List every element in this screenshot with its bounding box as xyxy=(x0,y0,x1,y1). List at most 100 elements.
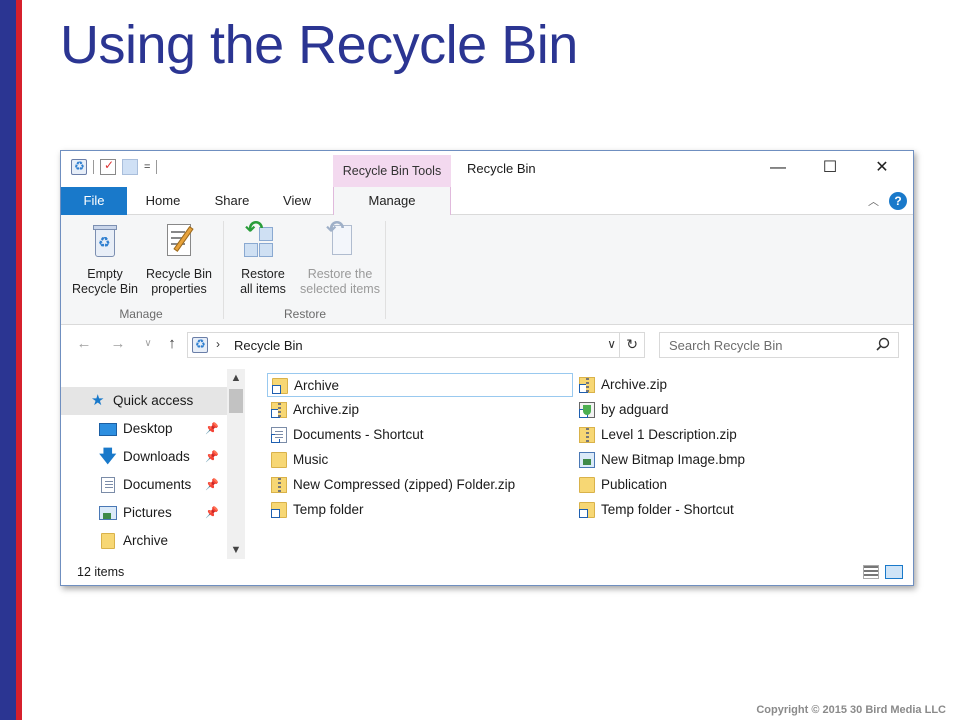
nav-item-downloads[interactable]: 🡇 Downloads 📌 xyxy=(61,443,227,471)
pin-icon[interactable]: 📌 xyxy=(205,499,219,527)
minimize-button[interactable]: — xyxy=(755,151,801,185)
documents-icon xyxy=(101,477,115,493)
search-icon[interactable] xyxy=(876,337,890,351)
file-name: Archive.zip xyxy=(601,377,668,392)
folder-shortcut-icon xyxy=(271,502,287,518)
recycle-bin-icon xyxy=(192,337,208,353)
large-icons-view-icon[interactable] xyxy=(885,565,903,579)
file-item[interactable]: Temp folder - Shortcut xyxy=(575,498,875,522)
pin-icon[interactable]: 📌 xyxy=(205,471,219,499)
file-item[interactable]: Archive.zip xyxy=(267,398,567,422)
nav-item-desktop[interactable]: Desktop 📌 xyxy=(61,415,227,443)
file-item[interactable]: Music xyxy=(267,448,567,472)
maximize-button[interactable]: ☐ xyxy=(807,151,853,185)
zip-shortcut-icon xyxy=(271,402,287,418)
chevron-up-icon[interactable]: ︿ xyxy=(868,193,879,209)
search-box[interactable] xyxy=(659,332,899,358)
navigation-pane: ★ Quick access Desktop 📌 🡇 Downloads 📌 D… xyxy=(61,369,247,559)
pin-icon[interactable]: 📌 xyxy=(205,443,219,471)
scroll-thumb[interactable] xyxy=(229,389,243,413)
nav-scrollbar[interactable]: ▲ ▼ xyxy=(227,369,245,559)
pictures-icon xyxy=(99,506,117,520)
group-label: Restore xyxy=(283,307,327,321)
nav-item-archive[interactable]: Archive xyxy=(61,527,227,555)
forward-arrow-icon[interactable]: → xyxy=(107,335,129,352)
nav-item-label: Quick access xyxy=(113,393,194,408)
file-name: New Compressed (zipped) Folder.zip xyxy=(293,477,516,492)
scroll-down-icon[interactable]: ▼ xyxy=(227,541,245,559)
close-button[interactable]: ✕ xyxy=(859,151,905,185)
document-shortcut-icon xyxy=(271,427,287,443)
item-count: 12 items xyxy=(77,565,125,579)
tab-share[interactable]: Share xyxy=(199,187,265,215)
folder-icon xyxy=(101,533,115,549)
nav-item-quick-access[interactable]: ★ Quick access xyxy=(61,387,227,415)
ribbon: ♻ Empty Recycle Bin Recycle Bin properti… xyxy=(61,215,913,325)
recycle-bin-icon: ♻ xyxy=(85,221,125,261)
search-input[interactable] xyxy=(660,333,870,357)
restore-selected-icon: ↶ xyxy=(320,218,360,261)
ribbon-group-manage: ♻ Empty Recycle Bin Recycle Bin properti… xyxy=(61,215,221,325)
recycle-bin-properties-button[interactable]: Recycle Bin properties xyxy=(141,221,217,297)
nav-item-label: Downloads xyxy=(123,449,190,464)
refresh-icon[interactable]: ↻ xyxy=(626,336,638,353)
tab-manage[interactable]: Manage xyxy=(333,187,451,216)
nav-item-pictures[interactable]: Pictures 📌 xyxy=(61,499,227,527)
file-list: Archive Archive.zip Documents - Shortcut… xyxy=(267,373,907,553)
new-folder-icon[interactable] xyxy=(122,159,138,175)
restore-all-icon: ↶ xyxy=(243,218,283,261)
recent-locations-chevron-icon[interactable]: ∨ xyxy=(137,338,159,349)
nav-item-documents[interactable]: Documents 📌 xyxy=(61,471,227,499)
contextual-tab-header: Recycle Bin Tools xyxy=(333,155,451,187)
restore-all-items-button[interactable]: ↶ Restore all items xyxy=(225,218,301,297)
tab-view[interactable]: View xyxy=(267,187,327,215)
address-path[interactable]: Recycle Bin xyxy=(234,338,303,353)
status-bar: 12 items xyxy=(61,561,913,585)
zip-folder-icon xyxy=(579,427,595,443)
ribbon-help-area: ︿ ? xyxy=(868,192,907,210)
file-item[interactable]: Documents - Shortcut xyxy=(267,423,567,447)
scroll-up-icon[interactable]: ▲ xyxy=(227,369,245,387)
up-arrow-icon[interactable]: ↑ xyxy=(161,335,183,352)
file-item[interactable]: Publication xyxy=(575,473,875,497)
folder-icon xyxy=(271,452,287,468)
folder-icon xyxy=(579,477,595,493)
file-name: Publication xyxy=(601,477,668,492)
file-item[interactable]: Archive.zip xyxy=(575,373,875,397)
file-name: Temp folder xyxy=(293,502,364,517)
chevron-right-icon[interactable]: › xyxy=(216,337,220,351)
properties-icon[interactable] xyxy=(100,158,116,175)
help-icon[interactable]: ? xyxy=(889,192,907,210)
group-divider xyxy=(223,221,224,319)
desktop-icon xyxy=(99,423,117,436)
restore-selected-items-button[interactable]: ↶ Restore the selected items xyxy=(293,218,387,297)
qat-customize-dropdown[interactable]: = xyxy=(144,161,150,173)
file-name: Documents - Shortcut xyxy=(293,427,424,442)
zip-shortcut-icon xyxy=(579,377,595,393)
file-item[interactable]: New Compressed (zipped) Folder.zip xyxy=(267,473,567,497)
slide-left-bar xyxy=(0,0,16,720)
file-name: Archive.zip xyxy=(293,402,360,417)
chevron-down-icon[interactable]: ∨ xyxy=(607,337,616,351)
back-arrow-icon[interactable]: ← xyxy=(73,335,95,352)
empty-recycle-bin-button[interactable]: ♻ Empty Recycle Bin xyxy=(67,221,143,297)
window-title: Recycle Bin xyxy=(467,161,536,176)
file-item[interactable]: by adguard xyxy=(575,398,875,422)
details-view-icon[interactable] xyxy=(863,565,879,579)
file-name: Temp folder - Shortcut xyxy=(601,502,734,517)
file-item[interactable]: Level 1 Description.zip xyxy=(575,423,875,447)
tab-home[interactable]: Home xyxy=(131,187,195,215)
file-item[interactable]: New Bitmap Image.bmp xyxy=(575,448,875,472)
tab-file[interactable]: File xyxy=(61,187,127,215)
title-bar: = Recycle Bin Tools Recycle Bin — ☐ ✕ xyxy=(61,151,913,187)
button-label: all items xyxy=(240,282,286,296)
address-bar[interactable]: › Recycle Bin ∨ ↻ xyxy=(187,332,645,358)
address-divider xyxy=(619,333,620,357)
qat-separator xyxy=(93,160,94,174)
file-name: by adguard xyxy=(601,402,669,417)
button-label: selected items xyxy=(300,282,380,296)
file-item[interactable]: Temp folder xyxy=(267,498,567,522)
pin-icon[interactable]: 📌 xyxy=(205,415,219,443)
recycle-bin-icon[interactable] xyxy=(71,159,87,175)
file-item[interactable]: Archive xyxy=(267,373,573,397)
